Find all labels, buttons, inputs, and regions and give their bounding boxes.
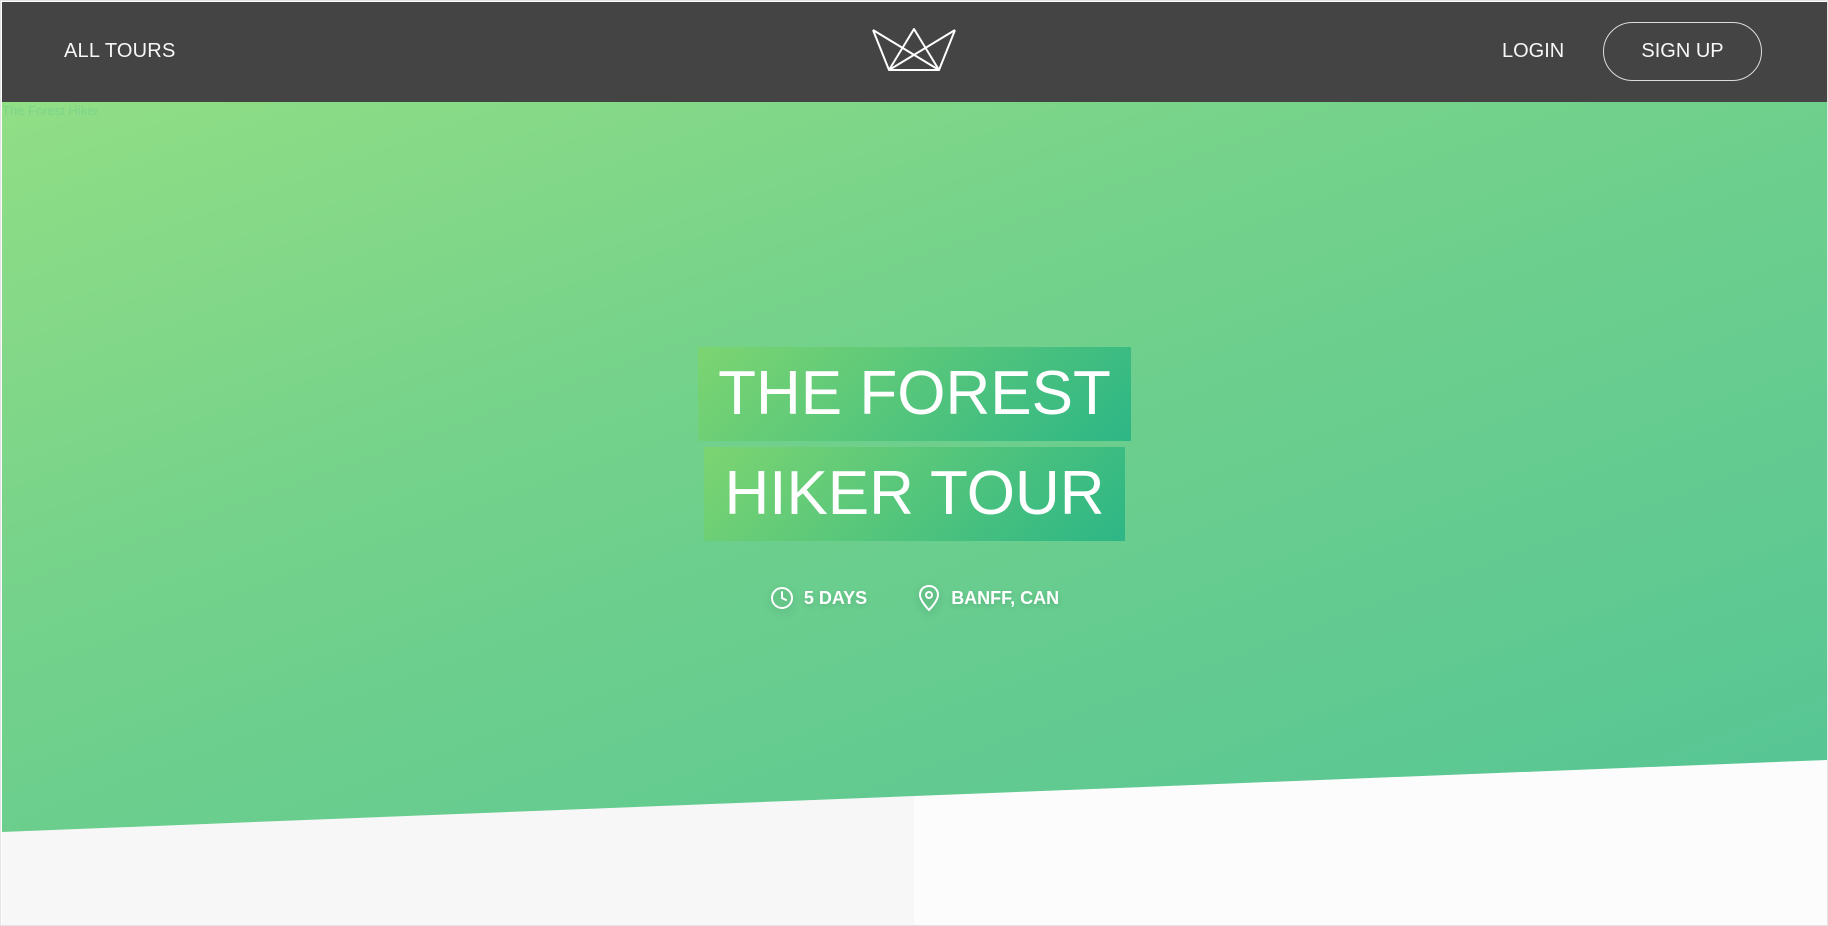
tour-hero: The Forest Hiker THE FOREST HIKER TOUR 5…: [2, 102, 1827, 832]
browser-viewport: The Forest Hiker THE FOREST HIKER TOUR 5…: [0, 0, 1828, 926]
tour-details: 5 DAYS BANFF, CAN: [2, 584, 1827, 612]
login-link[interactable]: LOGIN: [1502, 40, 1564, 63]
tour-title: THE FOREST HIKER TOUR: [2, 347, 1827, 547]
site-header: ALL TOURS LOGIN SIGN UP: [2, 2, 1827, 102]
tour-page: The Forest Hiker THE FOREST HIKER TOUR 5…: [2, 2, 1827, 925]
hero-image-alt: The Forest Hiker: [2, 103, 99, 118]
location-text: BANFF, CAN: [951, 587, 1060, 608]
clock-icon: [770, 587, 793, 609]
crown-logo-icon[interactable]: [871, 26, 957, 72]
signup-button[interactable]: SIGN UP: [1603, 22, 1762, 81]
tour-duration: 5 DAYS: [770, 584, 867, 612]
duration-text: 5 DAYS: [803, 587, 868, 608]
tour-title-line-1: THE FOREST: [698, 347, 1131, 441]
tour-location: BANFF, CAN: [917, 584, 1059, 612]
map-pin-icon: [919, 584, 940, 612]
tour-title-line-2: HIKER TOUR: [704, 447, 1125, 541]
all-tours-link[interactable]: ALL TOURS: [64, 40, 175, 63]
